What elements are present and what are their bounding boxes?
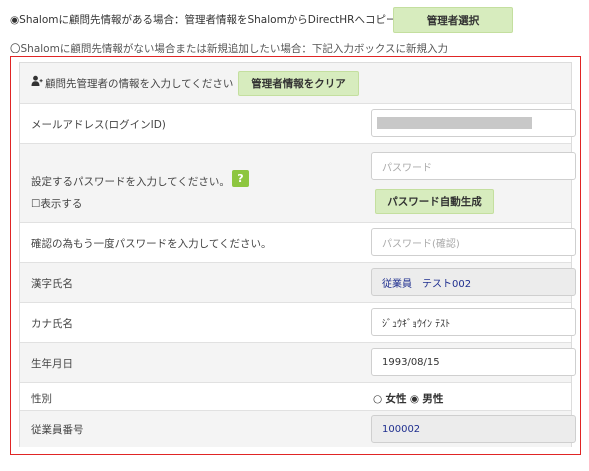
email-masked-value	[377, 117, 532, 129]
password-confirm-label: 確認の為もう一度パスワードを入力してください。	[31, 238, 272, 250]
show-password-checkbox[interactable]: ☐表示する	[31, 196, 82, 211]
birthdate-label: 生年月日	[31, 358, 73, 370]
password-row: 設定するパスワードを入力してください。 ? ☐表示する パスワード パスワード自…	[20, 143, 576, 222]
admin-info-frame: 顧問先管理者の情報を入力してください 管理者情報をクリア メールアドレス(ログイ…	[10, 56, 581, 455]
password-help-icon[interactable]: ?	[232, 170, 249, 187]
email-row: メールアドレス(ログインID)	[20, 103, 576, 143]
gender-options: ○ 女性 ◉ 男性	[373, 391, 443, 406]
employee-no-label: 従業員番号	[31, 424, 84, 436]
person-icon	[31, 75, 43, 90]
password-confirm-row: 確認の為もう一度パスワードを入力してください。 パスワード(確認)	[20, 222, 576, 262]
email-field[interactable]	[371, 109, 576, 137]
admin-info-panel: 顧問先管理者の情報を入力してください 管理者情報をクリア メールアドレス(ログイ…	[19, 62, 576, 447]
male-radio[interactable]: ◉	[410, 393, 419, 405]
password-label: 設定するパスワードを入力してください。	[31, 176, 230, 188]
email-label: メールアドレス(ログインID)	[31, 119, 166, 131]
kana-name-value: ｼﾞｭｳｷﾞｮｳｲﾝ ﾃｽﾄ	[382, 318, 451, 330]
female-radio[interactable]: ○	[373, 393, 382, 405]
password-confirm-placeholder: パスワード(確認)	[382, 238, 460, 250]
kana-name-row: カナ氏名 ｼﾞｭｳｷﾞｮｳｲﾝ ﾃｽﾄ	[20, 302, 576, 342]
employee-no-value: 100002	[382, 423, 421, 435]
generate-password-button[interactable]: パスワード自動生成	[375, 189, 494, 214]
male-option-label[interactable]: 男性	[422, 393, 443, 405]
birthdate-value: 1993/08/15	[382, 356, 440, 368]
password-placeholder: パスワード	[382, 162, 432, 174]
kanji-name-field: 従業員 テスト002	[371, 268, 576, 296]
kanji-name-value: 従業員 テスト002	[382, 278, 472, 290]
clear-admin-button[interactable]: 管理者情報をクリア	[238, 71, 359, 96]
employee-no-row: 従業員番号 100002	[20, 410, 576, 447]
option-new-entry[interactable]: 〇Shalomに顧問先情報がない場合または新規追加したい場合：下記入力ボックスに…	[10, 41, 448, 53]
kanji-name-label: 漢字氏名	[31, 278, 73, 290]
kana-name-field[interactable]: ｼﾞｭｳｷﾞｮｳｲﾝ ﾃｽﾄ	[371, 308, 576, 336]
gender-label: 性別	[31, 393, 52, 405]
form-header-row: 顧問先管理者の情報を入力してください 管理者情報をクリア	[20, 63, 571, 103]
form-header-label: 顧問先管理者の情報を入力してください	[45, 78, 234, 90]
employee-no-field: 100002	[371, 415, 576, 443]
birthdate-row: 生年月日 1993/08/15	[20, 342, 576, 382]
female-option-label[interactable]: 女性	[386, 393, 407, 405]
password-field[interactable]: パスワード	[371, 152, 576, 180]
kana-name-label: カナ氏名	[31, 318, 73, 330]
kanji-name-row: 漢字氏名 従業員 テスト002	[20, 262, 576, 302]
select-admin-button[interactable]: 管理者選択	[393, 7, 513, 33]
birthdate-field[interactable]: 1993/08/15	[371, 348, 576, 376]
password-confirm-field[interactable]: パスワード(確認)	[371, 228, 576, 256]
gender-row: 性別 ○ 女性 ◉ 男性	[20, 382, 571, 410]
option-copy-from-shalom[interactable]: ◉Shalomに顧問先情報がある場合：管理者情報をShalomからDirectH…	[10, 12, 396, 27]
